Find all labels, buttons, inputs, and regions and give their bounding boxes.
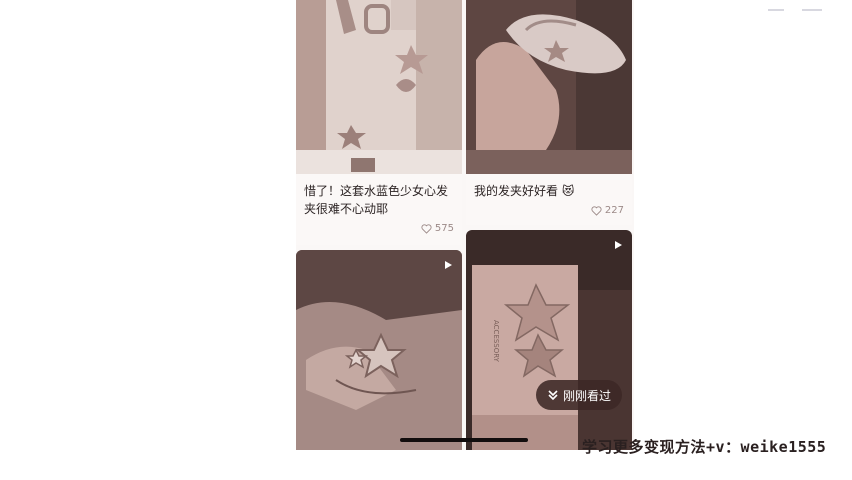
phone-screen: 惜了！这套水蓝色少女心发夹很难不心动耶 575 我的发夹好好看 😻 227 AC… [296, 0, 634, 450]
svg-text:ACCESSORY: ACCESSORY [492, 320, 500, 363]
like-count-value: 575 [434, 223, 454, 234]
like-count-value: 227 [604, 205, 624, 216]
like-count[interactable]: 575 [421, 223, 454, 234]
top-bar-remnant [738, 0, 852, 11]
recently-viewed-label: 刚刚看过 [562, 388, 611, 403]
like-count[interactable]: 227 [591, 205, 624, 216]
card-image-hand-holding-clip [466, 0, 632, 174]
card-image-star-clip-package: ACCESSORY [466, 230, 632, 450]
double-chevron-down-icon [548, 390, 558, 401]
watermark-text: 学习更多变现方法+v：weike1555 [582, 438, 827, 456]
play-icon [615, 241, 622, 249]
play-icon [445, 261, 452, 269]
feed-card-video[interactable] [296, 250, 462, 450]
feed-card[interactable]: 惜了！这套水蓝色少女心发夹很难不心动耶 575 [296, 0, 462, 245]
card-title: 我的发夹好好看 😻 [474, 184, 575, 198]
heart-icon [421, 223, 432, 234]
card-title: 惜了！这套水蓝色少女心发夹很难不心动耶 [304, 184, 449, 216]
card-image-star-clip-on-finger [296, 250, 462, 450]
home-indicator[interactable] [400, 438, 528, 442]
feed-card[interactable]: 我的发夹好好看 😻 227 [466, 0, 632, 225]
card-image-hairclips-on-card [296, 0, 462, 174]
recently-viewed-button[interactable]: 刚刚看过 [536, 380, 622, 410]
heart-icon [591, 205, 602, 216]
feed-card-video[interactable]: ACCESSORY 刚刚看过 [466, 230, 632, 450]
